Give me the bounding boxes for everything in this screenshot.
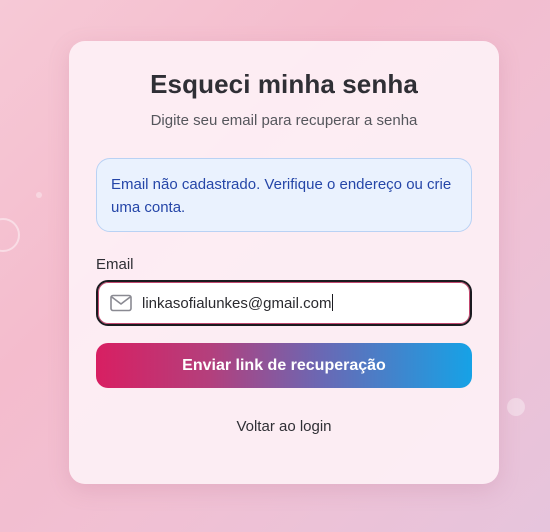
page-subtitle: Digite seu email para recuperar a senha xyxy=(150,112,418,129)
background-sparkle xyxy=(36,192,42,198)
back-to-login-link[interactable]: Voltar ao login xyxy=(96,418,472,435)
email-label: Email xyxy=(96,256,134,273)
forgot-password-card: Esqueci minha senha Digite seu email par… xyxy=(69,41,499,484)
text-caret xyxy=(332,294,334,311)
page-title: Esqueci minha senha xyxy=(150,69,418,99)
background-heart xyxy=(0,218,20,252)
send-recovery-link-button[interactable]: Enviar link de recuperação xyxy=(96,343,472,388)
email-input-value: linkasofialunkes@gmail.com xyxy=(142,295,332,312)
mail-icon xyxy=(110,294,132,312)
email-field[interactable]: linkasofialunkes@gmail.com xyxy=(96,280,472,326)
email-input[interactable]: linkasofialunkes@gmail.com xyxy=(142,294,334,312)
error-alert-message: Email não cadastrado. Verifique o endere… xyxy=(111,176,452,216)
error-alert: Email não cadastrado. Verifique o endere… xyxy=(96,158,472,232)
background-sparkle xyxy=(507,398,525,416)
